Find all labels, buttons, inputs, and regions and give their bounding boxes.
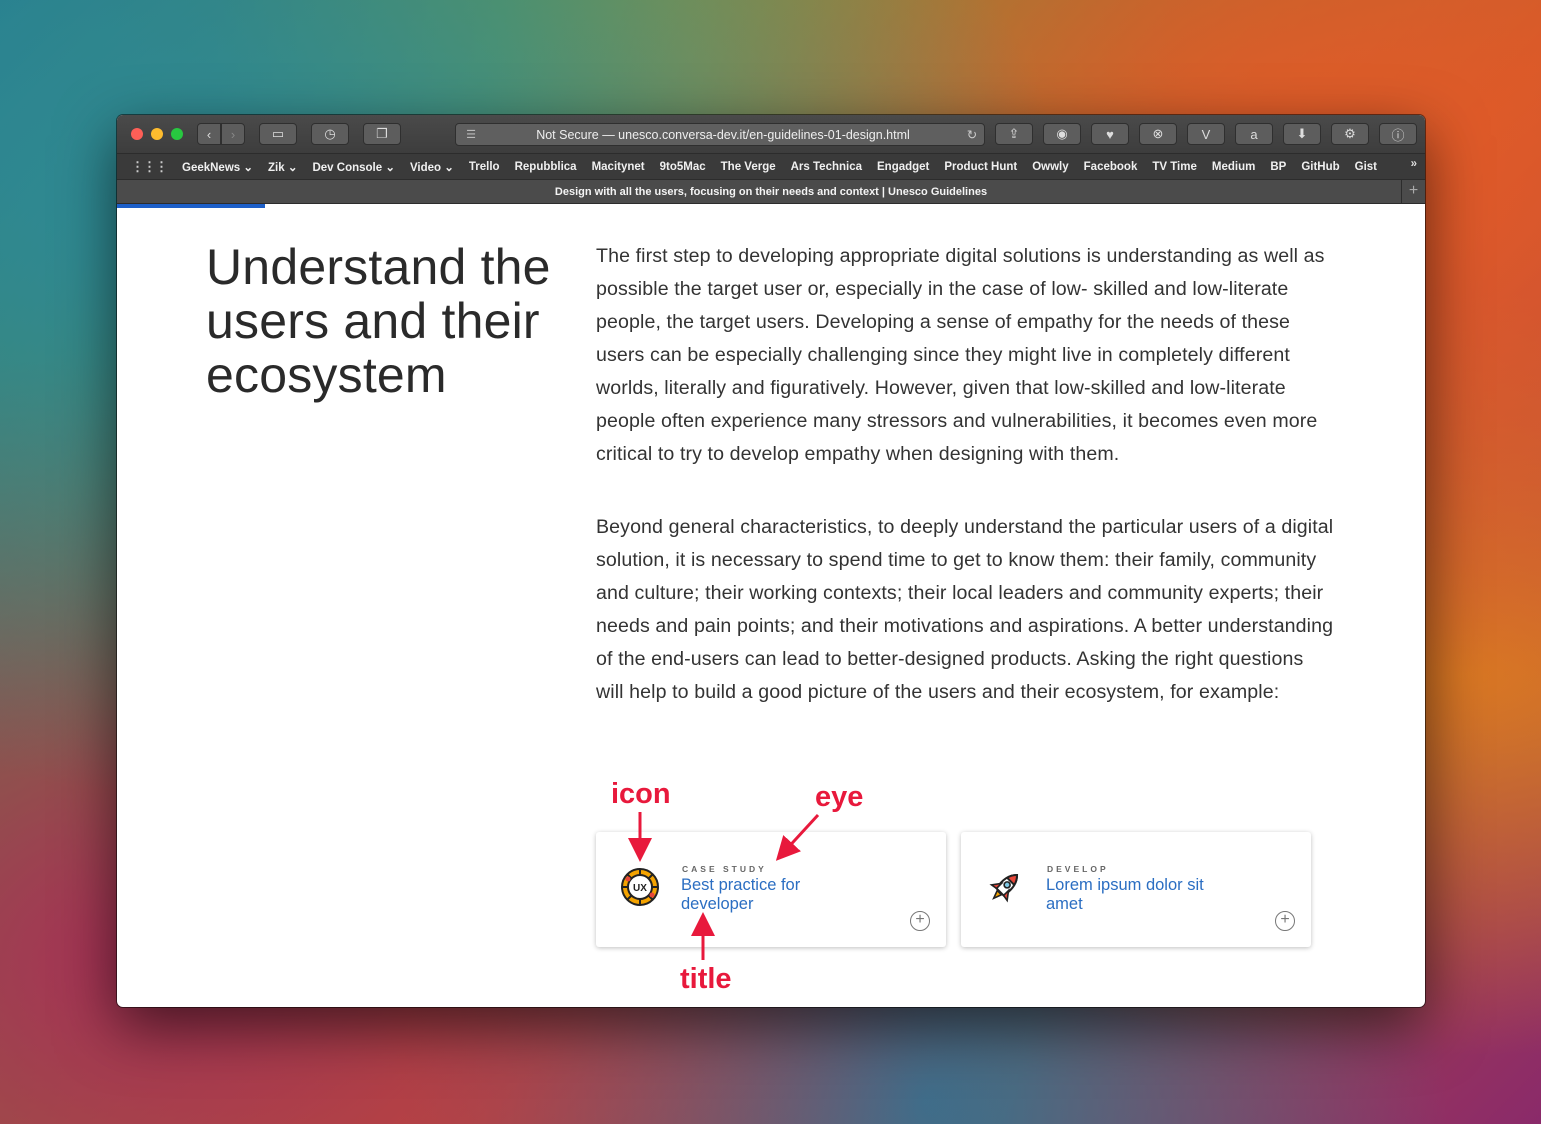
extension-icon: ⊗ bbox=[1152, 126, 1164, 141]
tabs-overview-button[interactable]: ❐ bbox=[363, 123, 401, 145]
key-circle-icon: ◉ bbox=[1056, 126, 1068, 141]
bookmark-dev-console[interactable]: Dev Console ⌄ bbox=[312, 160, 395, 174]
extension-disabled-button[interactable]: ⊗ bbox=[1139, 123, 1177, 145]
address-bar[interactable]: ☰ Not Secure — unesco.conversa-dev.it/en… bbox=[455, 123, 985, 146]
pocket-icon: ♥ bbox=[1106, 126, 1114, 142]
bookmark-trello[interactable]: Trello bbox=[469, 161, 500, 173]
history-button[interactable]: ◷ bbox=[311, 123, 349, 145]
vimeo-button[interactable]: V bbox=[1187, 123, 1225, 145]
annotation-title-label: title bbox=[680, 963, 732, 995]
bookmark-9to5mac[interactable]: 9to5Mac bbox=[660, 161, 706, 173]
bookmark-gist[interactable]: Gist bbox=[1355, 161, 1377, 173]
info-icon: ⓘ bbox=[1391, 127, 1405, 143]
reload-icon[interactable]: ↻ bbox=[960, 127, 984, 142]
minimize-button[interactable] bbox=[151, 128, 163, 140]
bookmark-video[interactable]: Video ⌄ bbox=[410, 160, 454, 174]
annotation-eye-label: eye bbox=[815, 781, 864, 813]
bookmarks-bar: ⋮⋮⋮ GeekNews ⌄ Zik ⌄ Dev Console ⌄ Video… bbox=[117, 153, 1425, 179]
apps-grid-icon[interactable]: ⋮⋮⋮ bbox=[131, 159, 168, 175]
browser-toolbar: ‹ › ▭ ◷ ❐ ☰ Not Secure — unesco.conversa… bbox=[117, 115, 1425, 153]
share-icon: ⇪ bbox=[1008, 126, 1020, 141]
reader-icon[interactable]: ☰ bbox=[456, 128, 486, 141]
downloads-button[interactable]: ⬇ bbox=[1283, 123, 1321, 145]
bookmark-facebook[interactable]: Facebook bbox=[1084, 161, 1138, 173]
amazon-button[interactable]: a bbox=[1235, 123, 1273, 145]
bookmark-zik[interactable]: Zik ⌄ bbox=[268, 160, 297, 174]
info-button[interactable]: ⓘ bbox=[1379, 123, 1417, 145]
ux-badge-icon: UX bbox=[621, 868, 659, 906]
url-text: Not Secure — unesco.conversa-dev.it/en-g… bbox=[536, 127, 910, 142]
clock-icon: ◷ bbox=[324, 126, 336, 141]
tab-bar: Design with all the users, focusing on t… bbox=[117, 179, 1425, 204]
bookmark-macitynet[interactable]: Macitynet bbox=[592, 161, 645, 173]
bookmark-github[interactable]: GitHub bbox=[1301, 161, 1339, 173]
pocket-button[interactable]: ♥ bbox=[1091, 123, 1129, 145]
settings-button[interactable]: ⚙ bbox=[1331, 123, 1369, 145]
tabs-icon: ❐ bbox=[376, 126, 388, 141]
rocket-icon bbox=[989, 873, 1019, 903]
more-bookmarks-icon[interactable]: » bbox=[1411, 158, 1417, 170]
chevron-left-icon: ‹ bbox=[206, 126, 212, 142]
chevron-right-icon: › bbox=[230, 126, 236, 142]
zoom-button[interactable] bbox=[171, 128, 183, 140]
sidebar-icon: ▭ bbox=[271, 126, 285, 141]
close-button[interactable] bbox=[131, 128, 143, 140]
bookmark-medium[interactable]: Medium bbox=[1212, 161, 1255, 173]
bookmark-the-verge[interactable]: The Verge bbox=[721, 161, 776, 173]
bookmark-owwly[interactable]: Owwly bbox=[1032, 161, 1068, 173]
bookmark-engadget[interactable]: Engadget bbox=[877, 161, 929, 173]
forward-button[interactable]: › bbox=[221, 123, 245, 145]
password-manager-button[interactable]: ◉ bbox=[1043, 123, 1081, 145]
window-controls bbox=[131, 128, 183, 140]
sidebar-button[interactable]: ▭ bbox=[259, 123, 297, 145]
extensions-toolbar: ⇪ ◉ ♥ ⊗ V a ⬇ ⚙ ⓘ bbox=[995, 123, 1417, 145]
download-icon: ⬇ bbox=[1296, 126, 1308, 141]
v-logo-icon: V bbox=[1201, 126, 1211, 142]
tab-title[interactable]: Design with all the users, focusing on t… bbox=[555, 186, 987, 198]
annotation-icon-label: icon bbox=[611, 778, 671, 810]
bookmark-repubblica[interactable]: Repubblica bbox=[515, 161, 577, 173]
paragraph: The first step to developing appropriate… bbox=[596, 245, 1325, 465]
article-body: The first step to developing appropriate… bbox=[596, 240, 1336, 709]
develop-card[interactable]: DEVELOP Lorem ipsum dolor sit amet + bbox=[961, 832, 1311, 947]
bookmark-ars-technica[interactable]: Ars Technica bbox=[791, 161, 862, 173]
new-tab-button[interactable]: + bbox=[1401, 180, 1425, 204]
bookmark-geeknews[interactable]: GeekNews ⌄ bbox=[182, 160, 253, 174]
expand-plus-icon[interactable]: + bbox=[1275, 911, 1295, 931]
history-nav: ‹ › bbox=[197, 123, 245, 145]
gear-icon: ⚙ bbox=[1344, 126, 1356, 141]
amazon-icon: a bbox=[1250, 126, 1258, 142]
case-study-card[interactable]: UX CASE STUDY Best practice for develope… bbox=[596, 832, 946, 947]
bookmark-product-hunt[interactable]: Product Hunt bbox=[944, 161, 1017, 173]
bookmark-bp[interactable]: BP bbox=[1270, 161, 1286, 173]
bookmark-tv-time[interactable]: TV Time bbox=[1152, 161, 1197, 173]
expand-plus-icon[interactable]: + bbox=[910, 911, 930, 931]
page-title: Understand the users and their ecosystem bbox=[206, 239, 551, 403]
paragraph: Beyond general characteristics, to deepl… bbox=[596, 516, 1334, 703]
card-title[interactable]: Best practice for developer bbox=[681, 876, 851, 914]
card-eyebrow: CASE STUDY bbox=[682, 864, 767, 874]
card-eyebrow: DEVELOP bbox=[1047, 864, 1109, 874]
svg-text:UX: UX bbox=[633, 883, 647, 894]
share-button[interactable]: ⇪ bbox=[995, 123, 1033, 145]
card-title[interactable]: Lorem ipsum dolor sit amet bbox=[1046, 876, 1216, 914]
back-button[interactable]: ‹ bbox=[197, 123, 221, 145]
